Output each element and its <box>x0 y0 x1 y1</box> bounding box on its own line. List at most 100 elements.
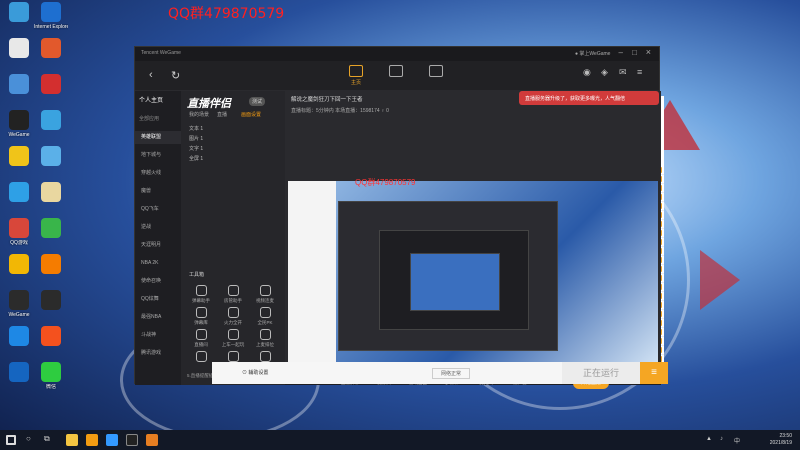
menu-icon[interactable]: ≡ <box>637 67 642 77</box>
taskbar-app-icon[interactable] <box>66 434 78 446</box>
desktop-icon[interactable] <box>2 38 36 60</box>
sidebar-item[interactable]: 魔兽 <box>135 185 181 198</box>
avatar[interactable]: ◉ <box>583 67 591 78</box>
desktop-icon[interactable] <box>2 74 36 96</box>
search-icon[interactable]: ○ <box>26 434 38 446</box>
tab-store[interactable] <box>381 65 411 77</box>
sidebar-item[interactable]: 腾讯游戏 <box>135 347 181 360</box>
app-icon <box>9 182 29 202</box>
app-icon <box>41 218 61 238</box>
scene-item[interactable]: 图片 1 <box>189 135 203 142</box>
app-icon <box>9 218 29 238</box>
network-icon[interactable]: ▲ <box>706 436 712 442</box>
app-icon <box>9 254 29 274</box>
app-icon <box>9 110 29 130</box>
tool-item[interactable] <box>187 351 215 364</box>
desktop-icon[interactable] <box>2 362 36 384</box>
taskbar-app-icon[interactable] <box>146 434 158 446</box>
popup-menu-button[interactable]: ≡ <box>640 362 668 384</box>
desktop-icon[interactable] <box>34 182 68 204</box>
desktop-icon[interactable]: WeGame <box>2 290 36 318</box>
desktop-icon[interactable] <box>34 74 68 96</box>
assistant-popup: ⊙ 辅助设置 网络正常 正在运行 ≡ <box>212 362 668 384</box>
clock[interactable]: 23:50 2021/8/19 <box>770 433 792 447</box>
scene-item[interactable]: 文本 1 <box>189 125 203 132</box>
sidebar-item[interactable]: 穿越火线 <box>135 167 181 180</box>
sidebar-item[interactable]: QQ炫舞 <box>135 293 181 306</box>
stream-preview-area: 解说之魔剑狂刀下回一下王者 直播标题：5分钟内 本场直播：1598174 ♀ 0… <box>285 91 661 385</box>
sidebar-item[interactable]: 斗战神 <box>135 329 181 342</box>
tool-item[interactable]: 上车一起玩 <box>219 329 247 348</box>
sidebar-item[interactable]: 最强NBA <box>135 311 181 324</box>
sidebar-item[interactable]: 英雄联盟 <box>135 131 181 144</box>
desktop-icon[interactable] <box>34 326 68 348</box>
scene-item[interactable]: 文字 1 <box>189 145 203 152</box>
task-view-icon[interactable]: ⧉ <box>44 434 56 446</box>
maximize-icon[interactable]: □ <box>632 48 637 57</box>
close-icon[interactable]: × <box>646 47 651 57</box>
input-method[interactable]: 中 <box>734 436 740 445</box>
network-status-dropdown[interactable]: 网络正常 <box>432 368 471 379</box>
stream-companion-panel: 直播伴侣 测试 我的场景 直播 画面设置 文本 1 图片 1 文字 1 全屏 1… <box>181 91 285 385</box>
taskbar-app-icon[interactable] <box>126 434 138 446</box>
assist-settings-link[interactable]: ⊙ 辅助设置 <box>242 369 268 376</box>
tool-item[interactable]: 火力全开 <box>219 307 247 326</box>
sidebar-header[interactable]: 个人主页 <box>139 95 163 104</box>
tool-item[interactable]: 全民PK <box>251 307 279 326</box>
taskbar-app-icon[interactable] <box>86 434 98 446</box>
desktop-icon[interactable] <box>2 2 36 24</box>
tab-video[interactable] <box>421 65 451 77</box>
tool-item[interactable]: 上麦排位 <box>251 329 279 348</box>
tab-home-label: 主页 <box>350 80 361 86</box>
mobile-wegame-tag[interactable]: ● 掌上WeGame <box>575 50 610 57</box>
tool-item[interactable]: 直播间 <box>187 329 215 348</box>
desktop-icon[interactable]: QQ游戏 <box>2 218 36 246</box>
tab-my-scenes[interactable]: 我的场景 <box>189 111 209 118</box>
stream-title[interactable]: 解说之魔剑狂刀下回一下王者 <box>291 95 363 103</box>
desktop-icon[interactable] <box>34 290 68 312</box>
desktop-icon[interactable] <box>2 182 36 204</box>
start-icon[interactable] <box>6 435 16 445</box>
sidebar-item[interactable]: QQ飞车 <box>135 203 181 216</box>
desktop-icon[interactable]: Internet Explorer <box>34 2 68 30</box>
app-icon <box>9 326 29 346</box>
chat-icon[interactable]: ✉ <box>619 67 627 78</box>
desktop-icon[interactable] <box>34 110 68 132</box>
sidebar-item[interactable]: 使命召唤 <box>135 275 181 288</box>
desktop-icon[interactable]: 微信 <box>34 362 68 390</box>
tool-item[interactable]: 房管助手 <box>219 285 247 304</box>
tool-item[interactable]: 弹幕助手 <box>187 285 215 304</box>
taskbar-app-icon[interactable] <box>106 434 118 446</box>
desktop-icon[interactable] <box>34 254 68 276</box>
promo-banner[interactable]: 直播服务器升级了，获取更多曝光，人气翻倍 <box>519 91 659 105</box>
desktop-icon[interactable] <box>2 146 36 168</box>
notification-icon[interactable]: ◈ <box>601 67 608 78</box>
desktop-icon[interactable]: WeGame <box>2 110 36 138</box>
tool-item[interactable]: 弹幕库 <box>187 307 215 326</box>
sidebar-item[interactable]: 逆战 <box>135 221 181 234</box>
desktop-icon[interactable] <box>2 326 36 348</box>
sidebar-item[interactable]: NBA 2K <box>135 257 181 270</box>
scene-item[interactable]: 全屏 1 <box>189 155 203 162</box>
desktop-icon[interactable] <box>34 218 68 240</box>
sidebar-item[interactable]: 地下城与 <box>135 149 181 162</box>
app-icon <box>9 146 29 166</box>
tab-live[interactable]: 直播 <box>217 111 227 118</box>
app-icon <box>9 38 29 58</box>
desktop-icon[interactable] <box>34 146 68 168</box>
sidebar-item[interactable]: 天涯明月 <box>135 239 181 252</box>
volume-icon[interactable]: ♪ <box>720 436 723 442</box>
tab-home[interactable]: 主页 <box>341 65 371 86</box>
tab-picture-settings[interactable]: 画面设置 <box>241 111 261 118</box>
tool-item[interactable]: 视频连麦 <box>251 285 279 304</box>
desktop-icon[interactable] <box>34 38 68 60</box>
tool-label: 上麦排位 <box>256 342 274 347</box>
preview-canvas[interactable] <box>288 181 658 373</box>
preview-watermark: QQ群479870579 <box>355 178 416 187</box>
desktop-icon[interactable] <box>2 254 36 276</box>
beta-badge: 测试 <box>249 97 266 106</box>
back-icon[interactable]: ‹ <box>149 69 153 81</box>
refresh-icon[interactable]: ↻ <box>171 69 180 82</box>
minimize-icon[interactable]: – <box>619 48 623 57</box>
app-icon <box>41 362 61 382</box>
